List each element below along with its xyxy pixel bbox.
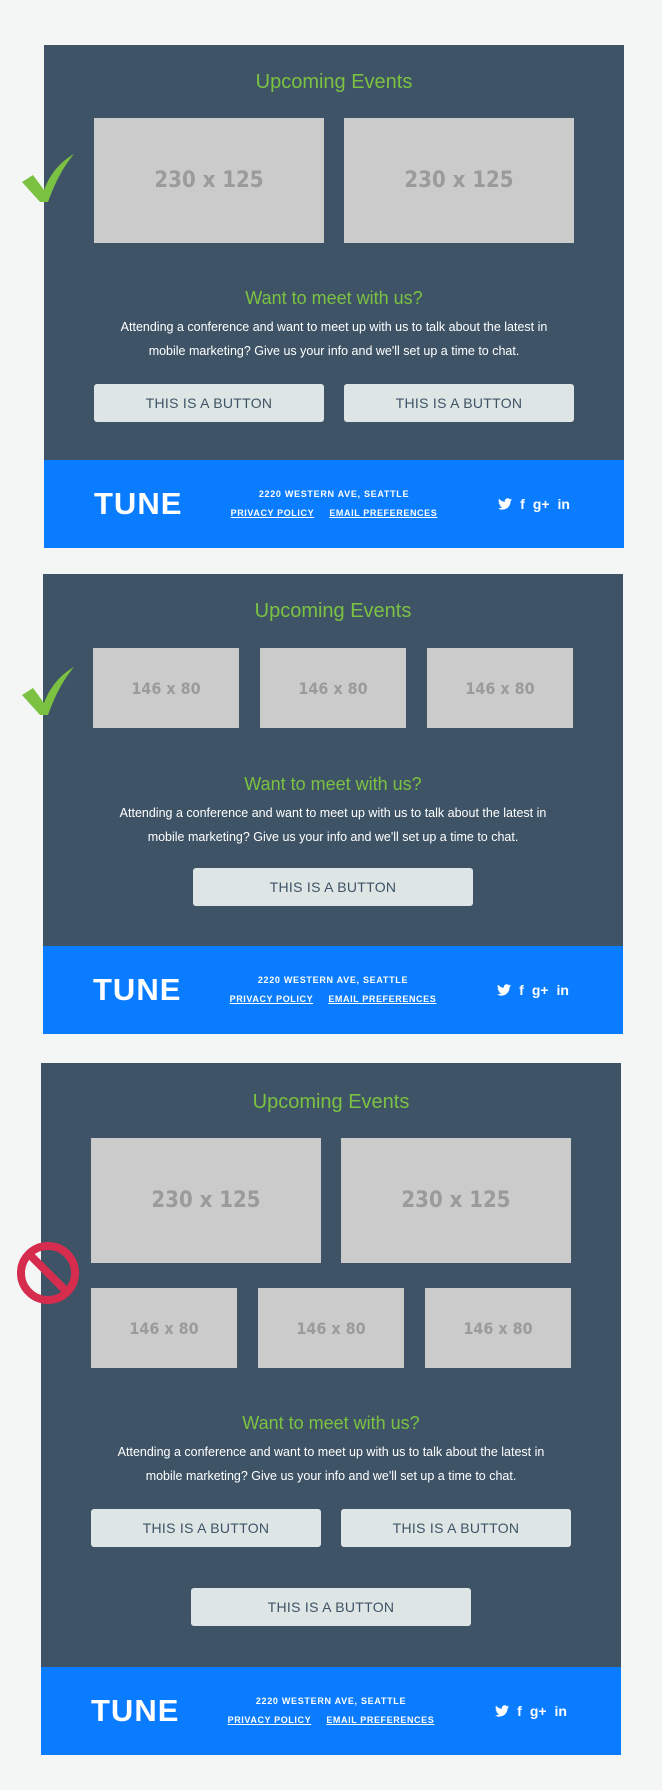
section-subtitle: Want to meet with us? (245, 288, 423, 308)
image-placeholder: 146 x 80 (425, 1288, 571, 1368)
facebook-icon[interactable]: f (520, 497, 525, 511)
description-line: Attending a conference and want to meet … (120, 320, 548, 334)
checkmark-icon (20, 663, 76, 724)
email-footer: TUNE 2220 WESTERN AVE, SEATTLE PRIVACY P… (44, 460, 624, 548)
twitter-icon[interactable] (497, 983, 512, 997)
section-description: Attending a conference and want to meet … (71, 1440, 591, 1488)
linkedin-icon[interactable]: in (557, 983, 569, 997)
prohibited-icon (15, 1240, 81, 1311)
image-placeholder: 146 x 80 (258, 1288, 404, 1368)
cta-button[interactable]: THIS IS A BUTTON (91, 1509, 321, 1547)
social-links: f g+ in (495, 1704, 567, 1718)
cta-button[interactable]: THIS IS A BUTTON (341, 1509, 571, 1547)
email-example-2: Upcoming Events 146 x 80 146 x 80 146 x … (43, 574, 623, 1034)
cta-button[interactable]: THIS IS A BUTTON (193, 868, 473, 906)
email-preferences-link[interactable]: EMAIL PREFERENCES (328, 994, 436, 1004)
email-preferences-link[interactable]: EMAIL PREFERENCES (326, 1715, 434, 1725)
description-line: Attending a conference and want to meet … (117, 1445, 545, 1459)
image-placeholder: 146 x 80 (427, 648, 573, 728)
image-placeholder: 230 x 125 (344, 118, 574, 243)
description-line: mobile marketing? Give us your info and … (148, 344, 520, 358)
image-placeholder: 146 x 80 (260, 648, 406, 728)
linkedin-icon[interactable]: in (555, 1704, 567, 1718)
googleplus-icon[interactable]: g+ (533, 497, 550, 511)
social-links: f g+ in (498, 497, 570, 511)
section-subtitle: Want to meet with us? (242, 1413, 420, 1433)
section-title: Upcoming Events (254, 600, 412, 622)
cta-button[interactable]: THIS IS A BUTTON (94, 384, 324, 422)
email-preferences-link[interactable]: EMAIL PREFERENCES (329, 508, 437, 518)
privacy-policy-link[interactable]: PRIVACY POLICY (230, 994, 314, 1004)
image-placeholder: 146 x 80 (93, 648, 239, 728)
section-description: Attending a conference and want to meet … (74, 315, 594, 363)
privacy-policy-link[interactable]: PRIVACY POLICY (228, 1715, 312, 1725)
section-title: Upcoming Events (255, 71, 413, 93)
description-line: Attending a conference and want to meet … (119, 806, 547, 820)
section-description: Attending a conference and want to meet … (73, 801, 593, 849)
facebook-icon[interactable]: f (517, 1704, 522, 1718)
cta-button[interactable]: THIS IS A BUTTON (344, 384, 574, 422)
email-example-1: Upcoming Events 230 x 125 230 x 125 Want… (44, 45, 624, 548)
image-placeholder: 146 x 80 (91, 1288, 237, 1368)
email-example-3: Upcoming Events 230 x 125 230 x 125 146 … (41, 1063, 621, 1755)
email-footer: TUNE 2220 WESTERN AVE, SEATTLE PRIVACY P… (43, 946, 623, 1034)
twitter-icon[interactable] (498, 497, 513, 511)
image-placeholder: 230 x 125 (94, 118, 324, 243)
description-line: mobile marketing? Give us your info and … (145, 1469, 517, 1483)
googleplus-icon[interactable]: g+ (532, 983, 549, 997)
section-subtitle: Want to meet with us? (244, 774, 422, 794)
social-links: f g+ in (497, 983, 569, 997)
facebook-icon[interactable]: f (519, 983, 524, 997)
googleplus-icon[interactable]: g+ (530, 1704, 547, 1718)
image-placeholder: 230 x 125 (341, 1138, 571, 1263)
checkmark-icon (20, 150, 76, 211)
cta-button[interactable]: THIS IS A BUTTON (191, 1588, 471, 1626)
twitter-icon[interactable] (495, 1704, 510, 1718)
email-footer: TUNE 2220 WESTERN AVE, SEATTLE PRIVACY P… (41, 1667, 621, 1755)
section-title: Upcoming Events (252, 1091, 410, 1113)
image-placeholder: 230 x 125 (91, 1138, 321, 1263)
linkedin-icon[interactable]: in (558, 497, 570, 511)
privacy-policy-link[interactable]: PRIVACY POLICY (231, 508, 315, 518)
description-line: mobile marketing? Give us your info and … (147, 830, 519, 844)
